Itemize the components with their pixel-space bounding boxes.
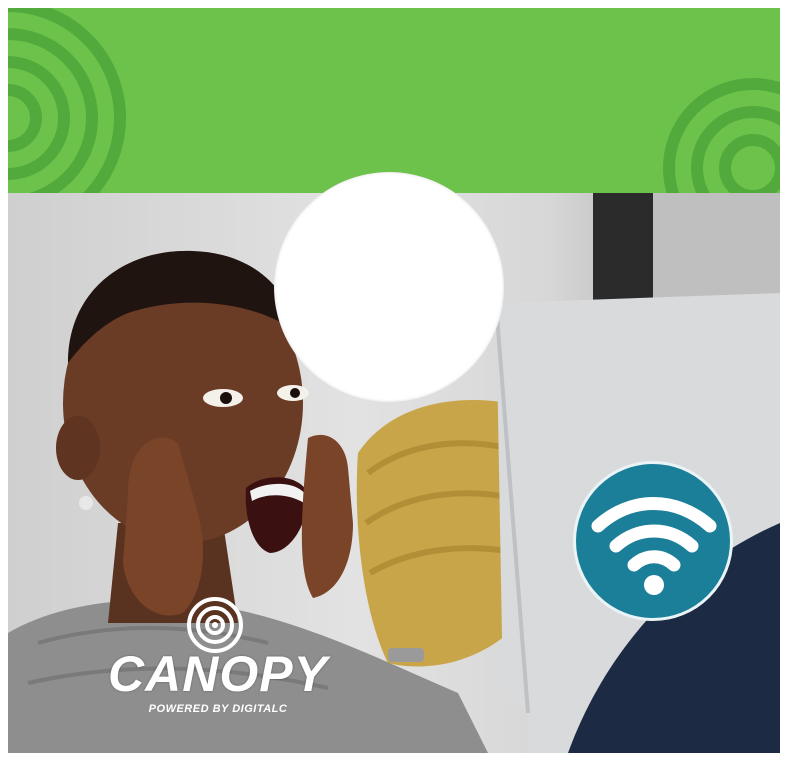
green-header-band bbox=[8, 8, 780, 193]
hanger-hole bbox=[274, 172, 504, 402]
canopy-logo: CANOPY POWERED BY DIGITALC bbox=[78, 593, 358, 723]
wifi-icon bbox=[591, 497, 717, 595]
wifi-badge bbox=[573, 461, 733, 621]
concentric-rings-icon bbox=[663, 78, 780, 193]
canopy-card: CANOPY POWERED BY DIGITALC bbox=[8, 8, 780, 753]
brand-name: CANOPY bbox=[108, 646, 328, 702]
brand-tagline: POWERED BY DIGITALC bbox=[148, 703, 288, 715]
concentric-rings-icon bbox=[8, 8, 126, 193]
